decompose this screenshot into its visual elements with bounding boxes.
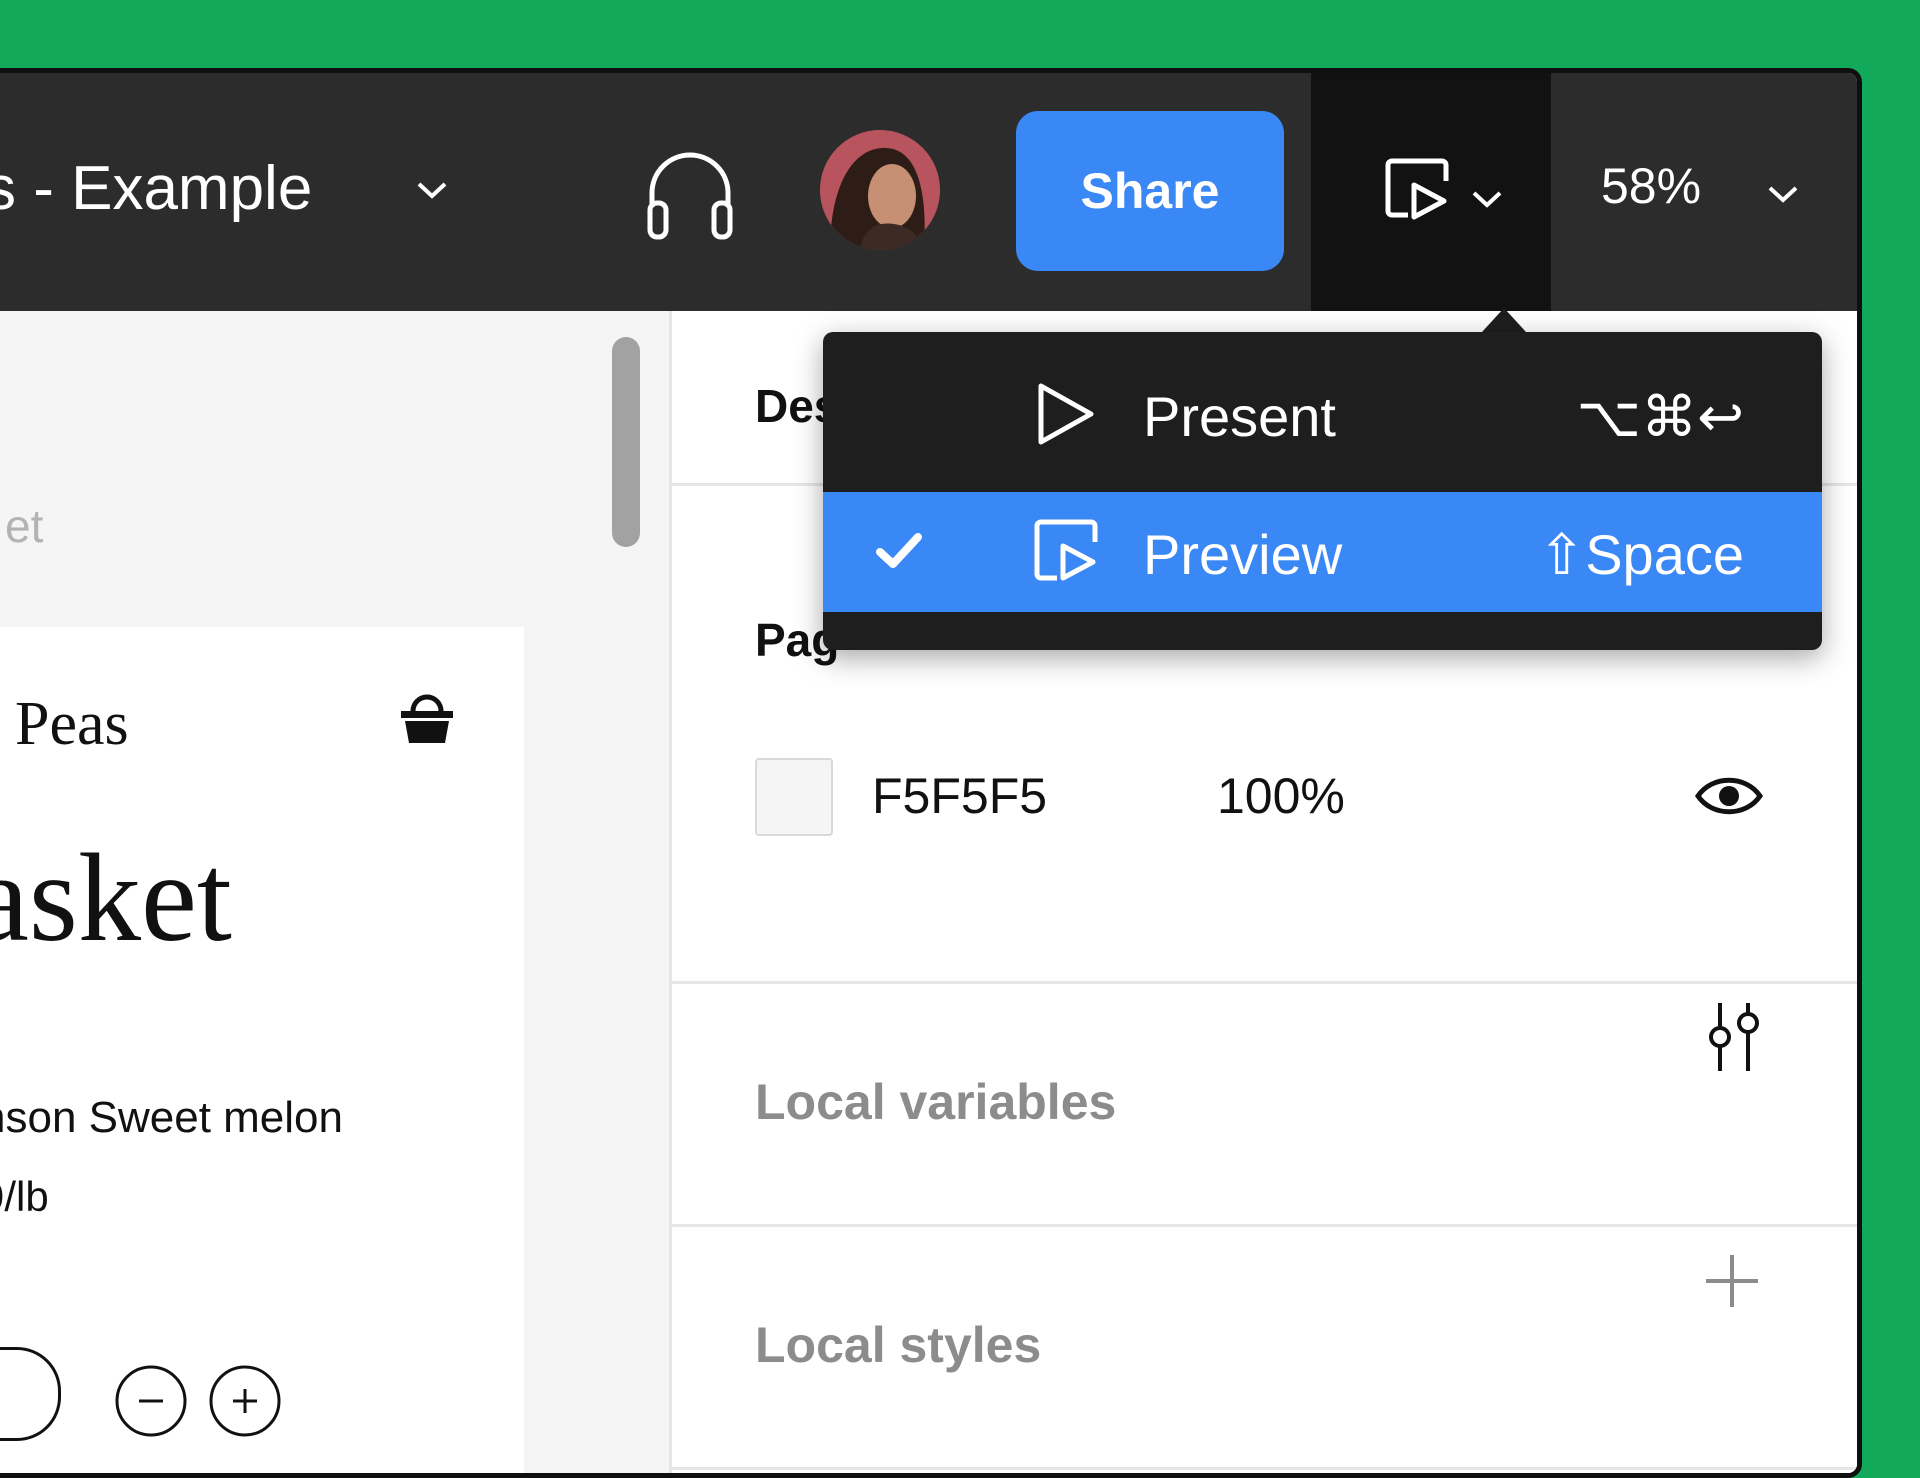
figma-window: s - Example Share 58% et Peas sket nson … bbox=[0, 68, 1862, 1478]
present-menu-button[interactable] bbox=[1311, 73, 1551, 311]
divider bbox=[672, 981, 1857, 984]
present-dropdown-menu: Present ⌥⌘↩ Preview ⇧Space bbox=[823, 332, 1822, 650]
play-icon bbox=[1033, 380, 1097, 453]
plus-circle-icon bbox=[207, 1363, 283, 1444]
design-canvas[interactable]: et Peas asket nson Sweet melon 9/lb bbox=[0, 311, 669, 1473]
menu-item-shortcut: ⇧Space bbox=[1538, 523, 1744, 586]
brand-name: Peas bbox=[15, 690, 129, 758]
file-title[interactable]: s - Example bbox=[0, 153, 312, 224]
avatar[interactable] bbox=[820, 130, 940, 250]
chevron-down-icon bbox=[1470, 188, 1504, 215]
design-frame[interactable]: Peas asket nson Sweet melon 9/lb bbox=[0, 627, 524, 1473]
minus-circle-icon bbox=[113, 1363, 189, 1444]
local-styles-title: Local styles bbox=[755, 1317, 1042, 1373]
dropdown-caret bbox=[1482, 308, 1526, 332]
preview-play-icon bbox=[1033, 518, 1103, 591]
product-name: nson Sweet melon bbox=[0, 1093, 343, 1142]
page-color-opacity[interactable]: 100% bbox=[1217, 767, 1345, 825]
page-color-hex[interactable]: F5F5F5 bbox=[872, 767, 1047, 825]
preview-play-icon bbox=[1384, 157, 1454, 228]
page-heading-text: asket bbox=[0, 829, 232, 968]
menu-item-shortcut: ⌥⌘↩ bbox=[1576, 385, 1744, 448]
canvas-scrollbar[interactable] bbox=[612, 337, 640, 547]
eye-icon[interactable] bbox=[1694, 771, 1764, 826]
chevron-down-icon[interactable] bbox=[415, 179, 449, 206]
chevron-down-icon[interactable] bbox=[1766, 183, 1800, 210]
checkmark-icon bbox=[875, 530, 923, 575]
plus-icon[interactable] bbox=[1702, 1251, 1762, 1316]
quantity-field bbox=[0, 1347, 61, 1441]
divider bbox=[672, 1467, 1857, 1470]
menu-item-label: Present bbox=[1143, 385, 1336, 448]
adjust-icon[interactable] bbox=[1702, 999, 1766, 1078]
toolbar: s - Example Share 58% bbox=[0, 73, 1857, 311]
menu-item-label: Preview bbox=[1143, 523, 1343, 586]
zoom-level[interactable]: 58% bbox=[1601, 157, 1701, 215]
headphones-icon[interactable] bbox=[640, 145, 740, 250]
frame-label[interactable]: et bbox=[5, 499, 43, 553]
divider bbox=[672, 1224, 1857, 1227]
local-variables-title: Local variables bbox=[755, 1074, 1117, 1130]
basket-icon bbox=[397, 691, 457, 752]
product-price: 9/lb bbox=[0, 1173, 49, 1220]
menu-item-present[interactable]: Present ⌥⌘↩ bbox=[823, 354, 1822, 474]
menu-item-preview[interactable]: Preview ⇧Space bbox=[823, 492, 1822, 612]
share-button[interactable]: Share bbox=[1016, 111, 1284, 271]
page-color-swatch[interactable] bbox=[755, 758, 833, 836]
